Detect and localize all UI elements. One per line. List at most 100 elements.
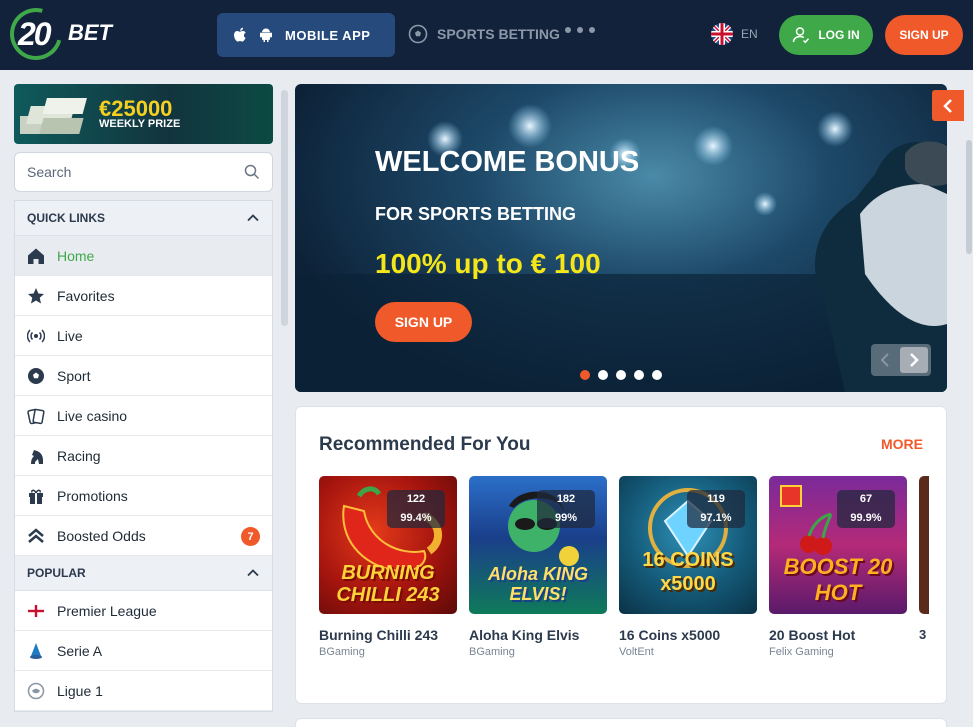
carousel-next-button[interactable] bbox=[899, 347, 928, 373]
game-thumbnail[interactable]: BURNING CHILLI 243 122 99.4% bbox=[319, 476, 457, 614]
game-provider: Felix Gaming bbox=[769, 646, 834, 658]
game-art-title: BURNING CHILLI 243 bbox=[336, 562, 440, 606]
search-box bbox=[14, 152, 273, 192]
carousel-dot[interactable] bbox=[598, 370, 608, 380]
chevron-right-icon bbox=[909, 353, 919, 367]
next-game-card-peek[interactable] bbox=[919, 476, 929, 614]
sidebar-item-live-casino[interactable]: Live casino bbox=[15, 396, 272, 436]
recommended-section: Recommended For You MORE BURNING CHILLI … bbox=[295, 406, 947, 704]
sports-betting-link[interactable]: SPORTS BETTING bbox=[408, 22, 560, 46]
chevron-up-icon[interactable] bbox=[246, 211, 260, 225]
chevron-left-icon bbox=[943, 98, 952, 113]
search-input[interactable] bbox=[27, 164, 244, 180]
quick-links-header[interactable]: QUICK LINKS bbox=[15, 201, 272, 236]
sidebar-item-boosted-odds[interactable]: Boosted Odds 7 bbox=[15, 516, 272, 556]
soccer-ball-icon bbox=[27, 367, 45, 385]
sidebar-item-favorites[interactable]: Favorites bbox=[15, 276, 272, 316]
page-scrollbar[interactable] bbox=[965, 70, 973, 727]
more-menu-icon[interactable] bbox=[565, 27, 595, 33]
sidebar-item-label: Promotions bbox=[57, 487, 128, 504]
sports-betting-label: SPORTS BETTING bbox=[437, 26, 560, 42]
hero-signup-button[interactable]: SIGN UP bbox=[375, 302, 472, 342]
sidebar-item-home[interactable]: Home bbox=[15, 236, 272, 276]
game-stats-badge: 182 99% bbox=[537, 490, 595, 528]
mobile-app-label: MOBILE APP bbox=[285, 27, 371, 43]
game-name[interactable]: 20 Boost Hot bbox=[769, 627, 907, 643]
login-button[interactable]: LOG IN bbox=[779, 15, 873, 55]
game-rtp: 97.1% bbox=[700, 512, 732, 524]
carousel-dots bbox=[580, 370, 662, 380]
carousel-dot[interactable] bbox=[652, 370, 662, 380]
cards-icon bbox=[27, 407, 45, 425]
carousel-dot[interactable] bbox=[634, 370, 644, 380]
game-card-20-boost-hot[interactable]: BOOST 20 HOT 67 99.9% 20 Boost Hot Felix… bbox=[769, 476, 907, 658]
sidebar-item-racing[interactable]: Racing bbox=[15, 436, 272, 476]
top-header: 20 BET MOBILE APP SPORTS BETTING EN LOG … bbox=[0, 0, 973, 70]
sidebar-item-ligue-1[interactable]: Ligue 1 bbox=[15, 671, 272, 711]
language-selector[interactable]: EN bbox=[711, 23, 758, 45]
broadcast-icon bbox=[27, 327, 45, 345]
game-art-title: BOOST 20 HOT bbox=[783, 554, 893, 605]
weekly-prize-banner[interactable]: €25000 WEEKLY PRIZE bbox=[14, 84, 273, 144]
horse-icon bbox=[27, 447, 45, 465]
sidebar-item-label: Live bbox=[57, 327, 83, 344]
language-code: EN bbox=[741, 27, 758, 41]
sidebar-item-live[interactable]: Live bbox=[15, 316, 272, 356]
game-stats-badge: 122 99.4% bbox=[387, 490, 445, 528]
sidebar-item-promotions[interactable]: Promotions bbox=[15, 476, 272, 516]
collapse-panel-button[interactable] bbox=[932, 90, 964, 121]
game-provider: BGaming bbox=[319, 646, 365, 658]
game-name[interactable]: Burning Chilli 243 bbox=[319, 627, 457, 643]
sidebar-item-premier-league[interactable]: Premier League bbox=[15, 591, 272, 631]
next-game-name-peek: 3 bbox=[919, 627, 927, 642]
game-stats-badge: 119 97.1% bbox=[687, 490, 745, 528]
soccer-ball-icon bbox=[408, 24, 428, 44]
header-signup-button[interactable]: SIGN UP bbox=[885, 15, 963, 55]
logo-number: 20 bbox=[18, 16, 52, 52]
popular-header[interactable]: POPULAR bbox=[15, 556, 272, 591]
game-name[interactable]: Aloha King Elvis bbox=[469, 627, 607, 643]
chevron-up-icon[interactable] bbox=[246, 566, 260, 580]
double-chevron-up-icon bbox=[27, 527, 45, 545]
sidebar-item-label: Boosted Odds bbox=[57, 527, 146, 544]
game-thumbnail[interactable]: BOOST 20 HOT 67 99.9% bbox=[769, 476, 907, 614]
mobile-app-button[interactable]: MOBILE APP bbox=[217, 13, 395, 57]
quick-links-title: QUICK LINKS bbox=[27, 211, 105, 225]
sidebar-scrollbar[interactable] bbox=[281, 90, 288, 326]
next-section-card bbox=[295, 718, 947, 727]
sidebar-item-label: Ligue 1 bbox=[57, 682, 103, 699]
carousel-dot[interactable] bbox=[616, 370, 626, 380]
game-card-aloha-king-elvis[interactable]: Aloha KING ELVIS! 182 99% Aloha King Elv… bbox=[469, 476, 607, 658]
sidebar-item-serie-a[interactable]: Serie A bbox=[15, 631, 272, 671]
england-flag-icon bbox=[27, 602, 45, 620]
game-thumbnail[interactable]: Aloha KING ELVIS! 182 99% bbox=[469, 476, 607, 614]
page-scroll-thumb[interactable] bbox=[966, 140, 972, 254]
carousel-prev-button[interactable] bbox=[871, 344, 900, 376]
more-link[interactable]: MORE bbox=[881, 436, 923, 452]
logo-word: BET bbox=[68, 20, 112, 45]
game-rtp: 99% bbox=[554, 512, 578, 524]
chevron-left-icon bbox=[880, 353, 889, 367]
apple-icon bbox=[234, 27, 246, 42]
game-provider: BGaming bbox=[469, 646, 515, 658]
game-thumbnail[interactable]: 16 COINS x5000 119 97.1% bbox=[619, 476, 757, 614]
hero-offer: 100% up to € 100 bbox=[375, 248, 601, 279]
sidebar-item-label: Premier League bbox=[57, 602, 157, 619]
sidebar-item-sport[interactable]: Sport bbox=[15, 356, 272, 396]
hero-subtitle: FOR SPORTS BETTING bbox=[375, 204, 577, 224]
welcome-bonus-banner[interactable]: WELCOME BONUS FOR SPORTS BETTING 100% up… bbox=[295, 84, 947, 392]
header-signup-label: SIGN UP bbox=[899, 28, 949, 42]
game-card-16-coins[interactable]: 16 COINS x5000 119 97.1% 16 Coins x5000 … bbox=[619, 476, 757, 658]
game-name[interactable]: 16 Coins x5000 bbox=[619, 627, 757, 643]
game-card-burning-chilli[interactable]: BURNING CHILLI 243 122 99.4% Burning Chi… bbox=[319, 476, 457, 658]
login-label: LOG IN bbox=[818, 28, 860, 42]
logo[interactable]: 20 BET bbox=[0, 0, 120, 70]
sidebar-item-label: Racing bbox=[57, 447, 101, 464]
game-provider: VoltEnt bbox=[619, 646, 654, 658]
search-icon[interactable] bbox=[244, 164, 260, 180]
carousel-dot[interactable] bbox=[580, 370, 590, 380]
android-icon bbox=[260, 28, 272, 42]
hero-signup-label: SIGN UP bbox=[394, 314, 453, 330]
sidebar-item-label: Home bbox=[57, 247, 95, 264]
home-icon bbox=[27, 247, 45, 265]
